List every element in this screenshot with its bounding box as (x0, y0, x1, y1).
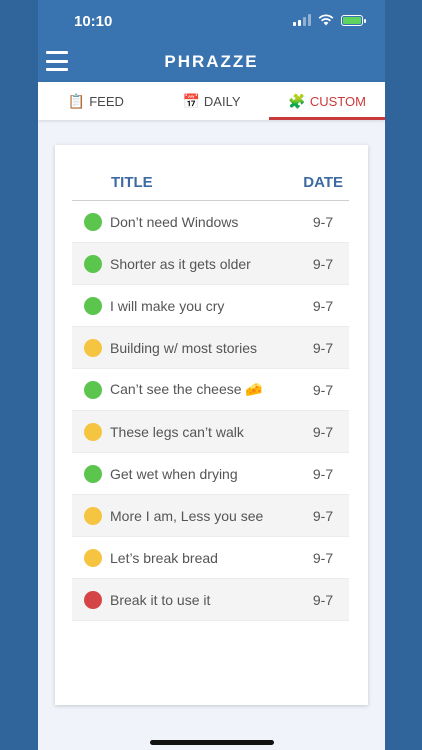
wifi-icon (318, 14, 334, 26)
table-row[interactable]: These legs can’t walk 9-7 (72, 411, 349, 453)
status-dot-icon (84, 296, 102, 315)
row-date: 9-7 (312, 339, 334, 356)
table-header: TITLE DATE (72, 172, 349, 201)
table-row[interactable]: Don’t need Windows 9-7 (72, 201, 349, 243)
status-dot-icon (84, 506, 102, 525)
tab-label: DAILY (203, 93, 241, 109)
tab-label: CUSTOM (309, 93, 366, 109)
tab-feed[interactable]: 📋 FEED (38, 82, 154, 120)
row-title: Can’t see the cheese 🧀 (110, 381, 263, 397)
app-screen: 10:10 PHRAZZE 📋 FEED 📅 DAILY 🧩 CUSTOM TI… (38, 0, 385, 750)
status-dot-icon (84, 212, 102, 231)
app-header: 10:10 PHRAZZE (38, 0, 385, 82)
home-indicator (150, 740, 274, 745)
table-row[interactable]: Break it to use it 9-7 (72, 579, 349, 621)
status-dot-icon (84, 464, 102, 483)
table-row[interactable]: More I am, Less you see 9-7 (72, 495, 349, 537)
row-date: 9-7 (312, 591, 334, 608)
row-title: Shorter as it gets older (110, 255, 251, 272)
puzzle-list-card: TITLE DATE Don’t need Windows 9-7 Shorter … (55, 145, 368, 705)
status-icons (293, 14, 366, 26)
row-date: 9-7 (312, 297, 334, 314)
row-title: I will make you cry (110, 297, 225, 314)
status-time: 10:10 (74, 13, 113, 30)
row-title: These legs can’t walk (110, 423, 244, 440)
row-title: Break it to use it (110, 591, 211, 608)
puzzle-piece-icon: 🧩 (288, 92, 306, 109)
status-dot-icon (84, 380, 102, 399)
row-date: 9-7 (312, 549, 334, 566)
status-dot-icon (84, 548, 102, 567)
column-header-title: TITLE (111, 174, 153, 191)
puzzle-list: Don’t need Windows 9-7 Shorter as it gets … (72, 201, 349, 621)
row-date: 9-7 (312, 213, 334, 230)
column-header-date: DATE (303, 174, 343, 191)
row-title: More I am, Less you see (110, 507, 264, 524)
tab-daily[interactable]: 📅 DAILY (154, 82, 270, 120)
tab-label: FEED (89, 93, 124, 109)
row-title: Building w/ most stories (110, 339, 258, 356)
table-row[interactable]: Get wet when drying 9-7 (72, 453, 349, 495)
table-row[interactable]: Building w/ most stories 9-7 (72, 327, 349, 369)
row-title: Get wet when drying (110, 465, 238, 482)
table-row[interactable]: I will make you cry 9-7 (72, 285, 349, 327)
row-title: Let’s break bread (110, 549, 218, 566)
status-dot-icon (84, 338, 102, 357)
tab-custom[interactable]: 🧩 CUSTOM (269, 82, 385, 120)
status-dot-icon (84, 422, 102, 441)
app-title: PHRAZZE (164, 52, 259, 71)
status-dot-icon (84, 254, 102, 273)
row-date: 9-7 (312, 423, 334, 440)
row-date: 9-7 (312, 465, 334, 482)
row-date: 9-7 (312, 381, 334, 398)
table-row[interactable]: Let’s break bread 9-7 (72, 537, 349, 579)
row-date: 9-7 (312, 255, 334, 272)
table-row[interactable]: Shorter as it gets older 9-7 (72, 243, 349, 285)
table-row[interactable]: Can’t see the cheese 🧀 9-7 (72, 369, 349, 411)
row-title: Don’t need Windows (110, 213, 239, 230)
tab-bar: 📋 FEED 📅 DAILY 🧩 CUSTOM (38, 82, 385, 120)
cellular-signal-icon (293, 14, 311, 26)
clipboard-icon: 📋 (67, 92, 86, 109)
battery-icon (341, 14, 366, 26)
status-dot-icon (84, 590, 102, 609)
calendar-icon: 📅 (182, 92, 200, 109)
row-date: 9-7 (312, 507, 334, 524)
